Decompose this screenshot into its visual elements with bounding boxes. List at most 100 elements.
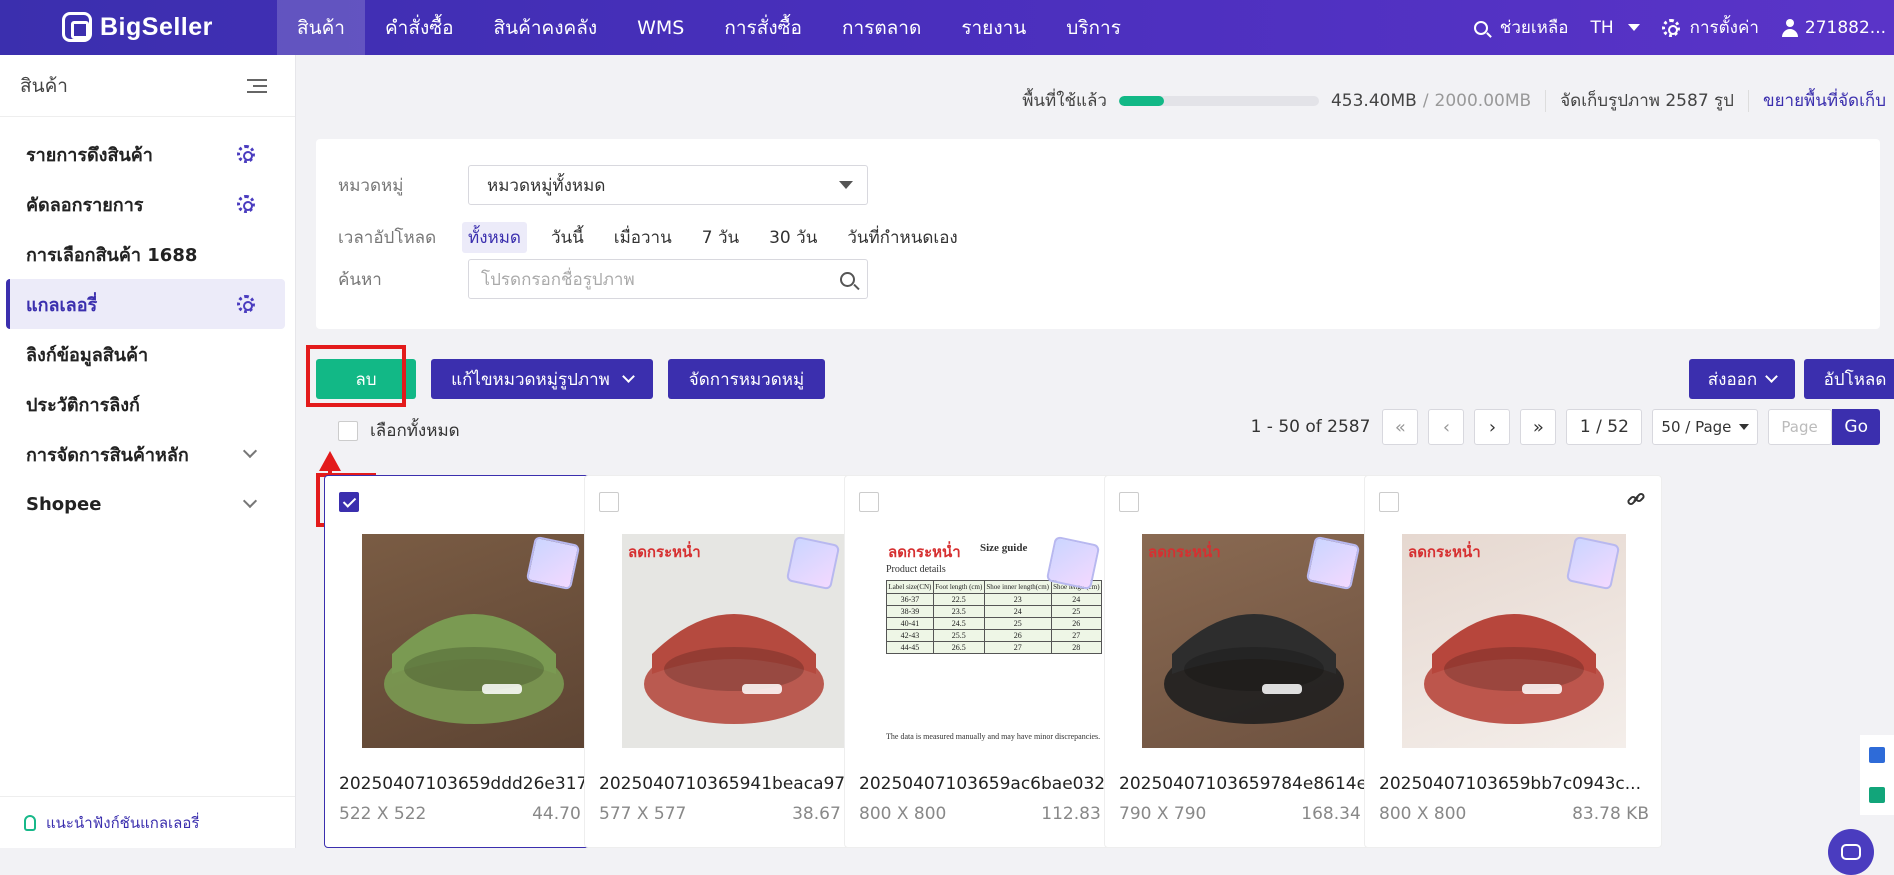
product-thumbnail[interactable]: ลดกระหน่ำ xyxy=(622,534,846,748)
sidebar-item[interactable]: การจัดการสินค้าหลัก xyxy=(6,429,285,479)
upload-time-option[interactable]: 30 วัน xyxy=(763,222,823,253)
gear-icon[interactable] xyxy=(237,145,255,163)
first-page-button[interactable]: « xyxy=(1382,409,1419,445)
lightbulb-icon xyxy=(24,814,36,831)
gear-icon[interactable] xyxy=(237,295,255,313)
card-checkbox[interactable] xyxy=(339,492,359,512)
image-name-search[interactable]: โปรดกรอกชื่อรูปภาพ xyxy=(468,259,868,299)
search-icon[interactable] xyxy=(840,271,855,287)
settings-label: การตั้งค่า xyxy=(1689,18,1759,38)
upload-time-option[interactable]: 7 วัน xyxy=(696,222,745,253)
nav-item[interactable]: การสั่งซื้อ xyxy=(704,0,822,55)
product-thumbnail[interactable] xyxy=(362,534,586,748)
sidebar-item[interactable]: แกลเลอรี่ xyxy=(6,279,285,329)
card-checkbox[interactable] xyxy=(1119,492,1139,512)
nav-item[interactable]: คำสั่งซื้อ xyxy=(365,0,474,55)
guide-button[interactable] xyxy=(1860,775,1894,815)
image-meta: 800 X 800 83.78 KB xyxy=(1379,804,1649,824)
last-page-button[interactable]: » xyxy=(1520,409,1557,445)
next-page-button[interactable]: › xyxy=(1474,409,1511,445)
prev-page-button[interactable]: ‹ xyxy=(1428,409,1465,445)
image-card[interactable]: 20250407103659ddd26e31741... 522 X 522 44.… xyxy=(324,475,622,848)
language-selector[interactable]: TH xyxy=(1590,17,1640,38)
upload-button[interactable]: อัปโหลด xyxy=(1804,359,1894,399)
storage-used: 453.40MB xyxy=(1330,90,1417,111)
go-label: Go xyxy=(1844,417,1868,437)
feedback-button[interactable] xyxy=(1860,735,1894,775)
size-guide-note: The data is measured manually and may ha… xyxy=(886,732,1101,741)
sidebar-item[interactable]: Shopee xyxy=(6,479,285,529)
size-cell: 38-39 xyxy=(886,605,934,618)
product-thumbnail[interactable]: ลดกระหน่ำ xyxy=(1402,534,1626,748)
gallery-guide-link[interactable]: แนะนำฟังก์ชันแกลเลอรี่ xyxy=(0,796,295,848)
collapse-sidebar-icon[interactable] xyxy=(247,78,267,94)
image-meta: 522 X 522 44.70 KB xyxy=(339,804,609,824)
sidebar-menu: รายการดึงสินค้า คัดลอกรายการการเลือกสินค้… xyxy=(0,117,295,529)
export-button[interactable]: ส่งออก xyxy=(1689,359,1795,399)
link-icon[interactable] xyxy=(1627,490,1645,508)
select-all-checkbox[interactable] xyxy=(338,420,358,441)
book-icon xyxy=(1869,787,1885,803)
divider xyxy=(1545,89,1547,112)
size-header: Label size(CN) xyxy=(886,580,934,594)
size-cell: 42-43 xyxy=(886,629,934,642)
settings-link[interactable]: การตั้งค่า xyxy=(1661,14,1759,41)
upload-time-option[interactable]: วันที่กำหนดเอง xyxy=(841,222,963,253)
size-cell: 25.5 xyxy=(932,629,985,642)
upload-time-option[interactable]: ทั้งหมด xyxy=(462,222,527,253)
nav-item[interactable]: WMS xyxy=(617,0,704,55)
edit-category-button[interactable]: แก้ไขหมวดหมู่รูปภาพ xyxy=(431,359,653,399)
product-thumbnail[interactable]: Size guide Product details Label size(CN… xyxy=(882,534,1106,748)
user-menu[interactable]: 271882... xyxy=(1781,18,1886,38)
card-checkbox[interactable] xyxy=(859,492,879,512)
help-link[interactable]: ช่วยเหลือ xyxy=(1473,14,1568,41)
nav-item[interactable]: การตลาด xyxy=(822,0,941,55)
manage-category-label: จัดการหมวดหมู่ xyxy=(688,369,805,390)
nav-item[interactable]: สินค้า xyxy=(277,0,365,55)
size-cell: 26 xyxy=(983,629,1052,642)
image-card[interactable]: ลดกระหน่ำ 2025040710365941beaca9775... 577… xyxy=(584,475,882,848)
sidebar-item[interactable]: คัดลอกรายการ xyxy=(6,179,285,229)
image-card[interactable]: ลดกระหน่ำ 20250407103659bb7c0943c... 800 X… xyxy=(1364,475,1662,848)
nav-item[interactable]: บริการ xyxy=(1046,0,1141,55)
sidebar-item[interactable]: ลิงก์ข้อมูลสินค้า xyxy=(6,329,285,379)
sidebar-item[interactable]: ประวัติการลิงก์ xyxy=(6,379,285,429)
bigseller-logo[interactable]: BigSeller xyxy=(62,9,213,45)
user-icon xyxy=(1781,18,1799,37)
main-nav: สินค้า คำสั่งซื้อ สินค้าคงคลัง WMS การสั่งซื… xyxy=(277,0,1141,55)
caret-down-icon xyxy=(1627,24,1640,31)
upload-time-option[interactable]: เมื่อวาน xyxy=(608,222,678,253)
upload-time-option[interactable]: วันนี้ xyxy=(545,222,590,253)
sidebar-item-label: การเลือกสินค้า 1688 xyxy=(26,244,198,266)
image-card[interactable]: Size guide Product details Label size(CN… xyxy=(844,475,1142,848)
sidebar-item-label: ลิงก์ข้อมูลสินค้า xyxy=(26,344,149,366)
page-jump-input[interactable]: Page xyxy=(1768,409,1833,445)
image-dimensions: 790 X 790 xyxy=(1119,804,1207,824)
nav-item-label: สินค้า xyxy=(297,16,345,39)
sidebar-item[interactable]: การเลือกสินค้า 1688 xyxy=(6,229,285,279)
export-label: ส่งออก xyxy=(1707,369,1758,390)
search-icon xyxy=(1473,20,1488,35)
image-card[interactable]: ลดกระหน่ำ 20250407103659784e8614e58... 790… xyxy=(1104,475,1402,848)
page-size-select[interactable]: 50 / Page xyxy=(1652,409,1759,445)
card-checkbox[interactable] xyxy=(599,492,619,512)
image-grid: 20250407103659ddd26e31741... 522 X 522 44.… xyxy=(324,475,1884,848)
nav-item[interactable]: สินค้าคงคลัง xyxy=(474,0,618,55)
manage-category-button[interactable]: จัดการหมวดหมู่ xyxy=(668,359,825,399)
gear-icon[interactable] xyxy=(237,195,255,213)
storage-label: พื้นที่ใช้แล้ว xyxy=(1022,91,1107,111)
card-checkbox[interactable] xyxy=(1379,492,1399,512)
category-select[interactable]: หมวดหมู่ทั้งหมด xyxy=(468,165,868,205)
search-input[interactable]: โปรดกรอกชื่อรูปภาพ xyxy=(481,266,635,293)
size-cell: 28 xyxy=(1050,641,1103,654)
sidebar-item[interactable]: รายการดึงสินค้า xyxy=(6,129,285,179)
go-button[interactable]: Go xyxy=(1832,409,1880,445)
chevron-down-icon xyxy=(621,369,635,383)
select-all[interactable]: เลือกทั้งหมด xyxy=(338,417,460,444)
chat-button[interactable] xyxy=(1828,829,1874,875)
image-dimensions: 577 X 577 xyxy=(599,804,687,824)
expand-storage-link[interactable]: ขยายพื้นที่จัดเก็บ xyxy=(1763,87,1886,114)
language-label: TH xyxy=(1590,17,1614,38)
product-thumbnail[interactable]: ลดกระหน่ำ xyxy=(1142,534,1366,748)
nav-item[interactable]: รายงาน xyxy=(941,0,1046,55)
